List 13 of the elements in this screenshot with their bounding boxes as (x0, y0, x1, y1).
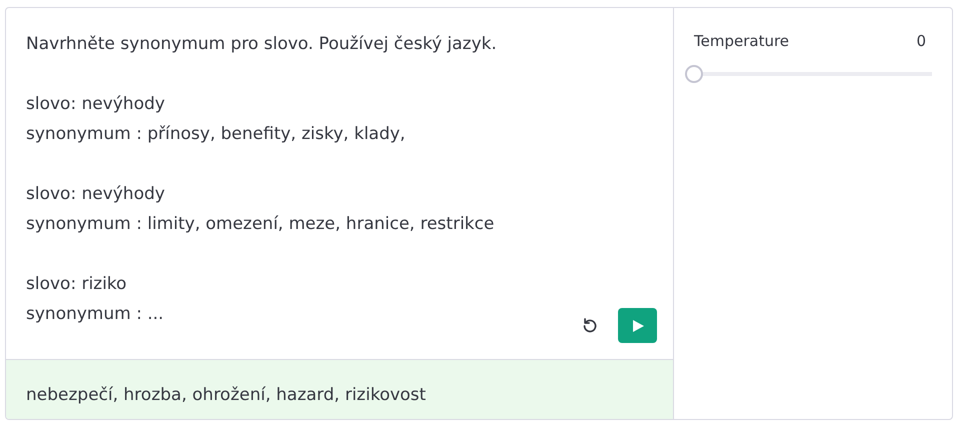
completion-output: nebezpečí, hrozba, ohrožení, hazard, rizikovost (6, 359, 673, 419)
temperature-value: 0 (916, 32, 926, 50)
play-icon (630, 318, 644, 332)
prompt-line: synonymum : limity, omezení, meze, hranice, restrikce (26, 213, 494, 236)
temperature-label: Temperature (694, 32, 790, 50)
prompt-line: slovo: riziko (26, 273, 127, 296)
prompt-line: slovo: nevýhody (26, 93, 165, 116)
run-button[interactable] (618, 308, 657, 343)
slider-thumb[interactable] (685, 65, 703, 83)
prompt-line: synonymum : přínosy, benefity, zisky, klady, (26, 123, 406, 146)
prompt-line: slovo: nevýhody (26, 183, 165, 206)
prompt-line: Navrhněte synonymum pro slovo. Používej český jazyk. (26, 33, 497, 56)
prompt-line: synonymum : ... (26, 303, 164, 326)
